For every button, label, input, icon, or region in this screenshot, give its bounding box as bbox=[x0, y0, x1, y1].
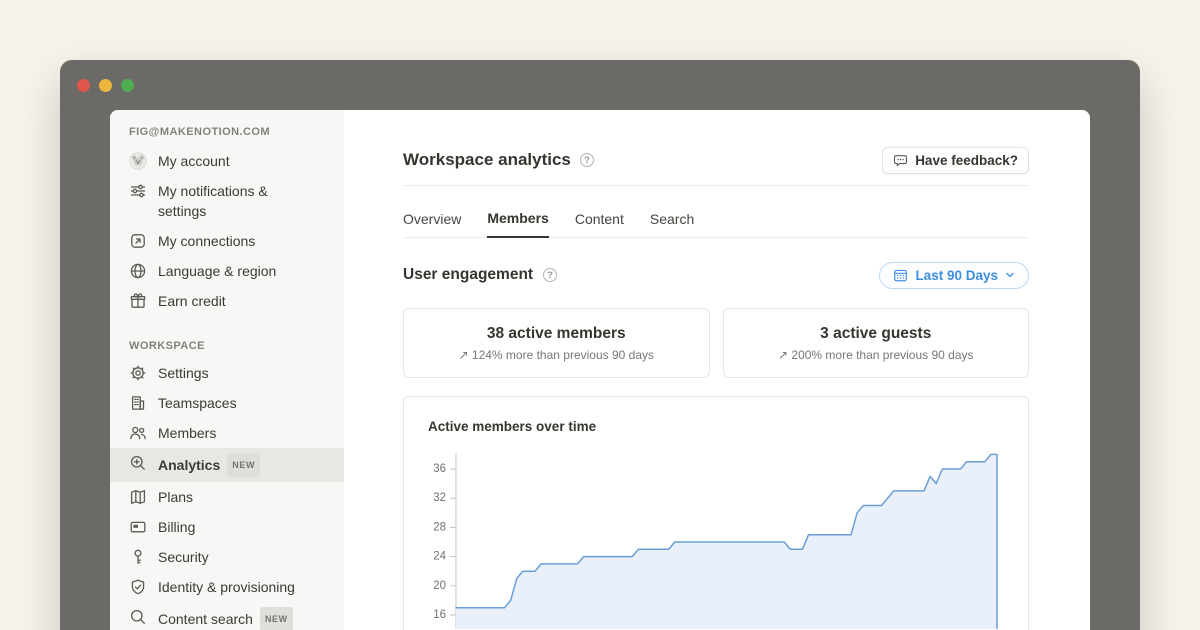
sidebar-item-label: Security bbox=[158, 547, 209, 567]
svg-text:36: 36 bbox=[433, 463, 446, 475]
tab-search[interactable]: Search bbox=[650, 210, 694, 237]
sidebar-item-identity-provisioning[interactable]: Identity & provisioning bbox=[110, 572, 344, 602]
sidebar-item-label: Billing bbox=[158, 517, 195, 537]
calendar-icon bbox=[893, 268, 908, 283]
active-members-area-chart: 36 32 28 24 20 16 bbox=[428, 447, 1004, 629]
sidebar-item-label: Language & region bbox=[158, 261, 276, 281]
window-titlebar bbox=[60, 60, 1140, 110]
globe-icon bbox=[129, 262, 147, 280]
sidebar-item-label: My notifications & settings bbox=[158, 181, 305, 221]
svg-text:20: 20 bbox=[433, 580, 446, 592]
stat-change: ↗ 200% more than previous 90 days bbox=[778, 348, 974, 362]
sidebar-item-label: Earn credit bbox=[158, 291, 226, 311]
speech-bubble-icon bbox=[893, 153, 908, 168]
sidebar-item-label: My account bbox=[158, 151, 230, 171]
active-members-chart-card: Active members over time 36 32 28 24 20 16 bbox=[403, 396, 1029, 630]
shield-check-icon bbox=[129, 578, 147, 596]
workspace-section-label: WORKSPACE bbox=[110, 336, 344, 358]
analytics-panel: Workspace analytics ? Have feedback? Ove… bbox=[344, 110, 1090, 630]
tab-overview[interactable]: Overview bbox=[403, 210, 461, 237]
magnifier-plus-icon bbox=[129, 454, 147, 472]
active-guests-stat-card: 3 active guests ↗ 200% more than previou… bbox=[723, 308, 1030, 378]
sidebar-item-teamspaces[interactable]: Teamspaces bbox=[110, 388, 344, 418]
sidebar-item-security[interactable]: Security bbox=[110, 542, 344, 572]
arrow-up-right-box-icon bbox=[129, 232, 147, 250]
app-window: FIG@MAKENOTION.COM My account My notific… bbox=[60, 60, 1140, 630]
sidebar-item-language-region[interactable]: Language & region bbox=[110, 256, 344, 286]
sidebar-item-label: AnalyticsNEW bbox=[158, 453, 260, 477]
sidebar-item-members[interactable]: Members bbox=[110, 418, 344, 448]
trend-up-icon: ↗ bbox=[778, 348, 788, 362]
close-window-button[interactable] bbox=[77, 79, 90, 92]
sidebar-item-label: Members bbox=[158, 423, 216, 443]
sidebar-item-my-connections[interactable]: My connections bbox=[110, 226, 344, 256]
avatar-icon bbox=[129, 152, 147, 170]
help-icon[interactable]: ? bbox=[543, 268, 557, 282]
sliders-icon bbox=[129, 182, 147, 200]
sidebar-item-my-notifications-settings[interactable]: My notifications & settings bbox=[110, 176, 315, 226]
section-title: User engagement bbox=[403, 266, 533, 284]
stat-value: 3 active guests bbox=[820, 325, 931, 343]
key-icon bbox=[129, 548, 147, 566]
help-icon[interactable]: ? bbox=[580, 153, 594, 167]
gift-icon bbox=[129, 292, 147, 310]
building-icon bbox=[129, 394, 147, 412]
svg-text:32: 32 bbox=[433, 492, 446, 504]
tab-members[interactable]: Members bbox=[487, 210, 548, 238]
analytics-tabs: Overview Members Content Search bbox=[403, 210, 1029, 238]
have-feedback-button[interactable]: Have feedback? bbox=[882, 147, 1029, 174]
sidebar-item-label: Plans bbox=[158, 487, 193, 507]
sidebar-item-label: Settings bbox=[158, 363, 209, 383]
account-email-label: FIG@MAKENOTION.COM bbox=[110, 124, 344, 146]
chart-title: Active members over time bbox=[428, 419, 1004, 434]
trend-up-icon: ↗ bbox=[458, 348, 468, 362]
sidebar-item-label: Teamspaces bbox=[158, 393, 237, 413]
gear-icon bbox=[129, 364, 147, 382]
sidebar-item-analytics[interactable]: AnalyticsNEW bbox=[110, 448, 344, 482]
date-range-selector[interactable]: Last 90 Days bbox=[879, 262, 1029, 289]
stat-change: ↗ 124% more than previous 90 days bbox=[458, 348, 654, 362]
sidebar-item-content-search[interactable]: Content searchNEW bbox=[110, 602, 344, 630]
header-divider bbox=[403, 185, 1029, 186]
magnifier-icon bbox=[129, 608, 147, 626]
sidebar-item-plans[interactable]: Plans bbox=[110, 482, 344, 512]
sidebar-item-billing[interactable]: Billing bbox=[110, 512, 344, 542]
settings-sidebar: FIG@MAKENOTION.COM My account My notific… bbox=[110, 110, 344, 630]
sidebar-item-my-account[interactable]: My account bbox=[110, 146, 344, 176]
minimize-window-button[interactable] bbox=[99, 79, 112, 92]
chevron-down-icon bbox=[1005, 270, 1015, 280]
svg-text:16: 16 bbox=[433, 609, 446, 621]
credit-card-icon bbox=[129, 518, 147, 536]
new-badge: NEW bbox=[260, 607, 293, 630]
active-members-stat-card: 38 active members ↗ 124% more than previ… bbox=[403, 308, 710, 378]
settings-dialog: FIG@MAKENOTION.COM My account My notific… bbox=[110, 110, 1090, 630]
map-icon bbox=[129, 488, 147, 506]
people-icon bbox=[129, 424, 147, 442]
sidebar-item-settings[interactable]: Settings bbox=[110, 358, 344, 388]
svg-text:24: 24 bbox=[433, 551, 446, 563]
new-badge: NEW bbox=[227, 453, 260, 477]
tab-content[interactable]: Content bbox=[575, 210, 624, 237]
sidebar-item-label: My connections bbox=[158, 231, 255, 251]
sidebar-item-label: Content searchNEW bbox=[158, 607, 293, 630]
page-title: Workspace analytics bbox=[403, 150, 571, 170]
sidebar-item-label: Identity & provisioning bbox=[158, 577, 295, 597]
zoom-window-button[interactable] bbox=[121, 79, 134, 92]
svg-text:28: 28 bbox=[433, 521, 446, 533]
sidebar-item-earn-credit[interactable]: Earn credit bbox=[110, 286, 344, 316]
stat-value: 38 active members bbox=[487, 325, 626, 343]
